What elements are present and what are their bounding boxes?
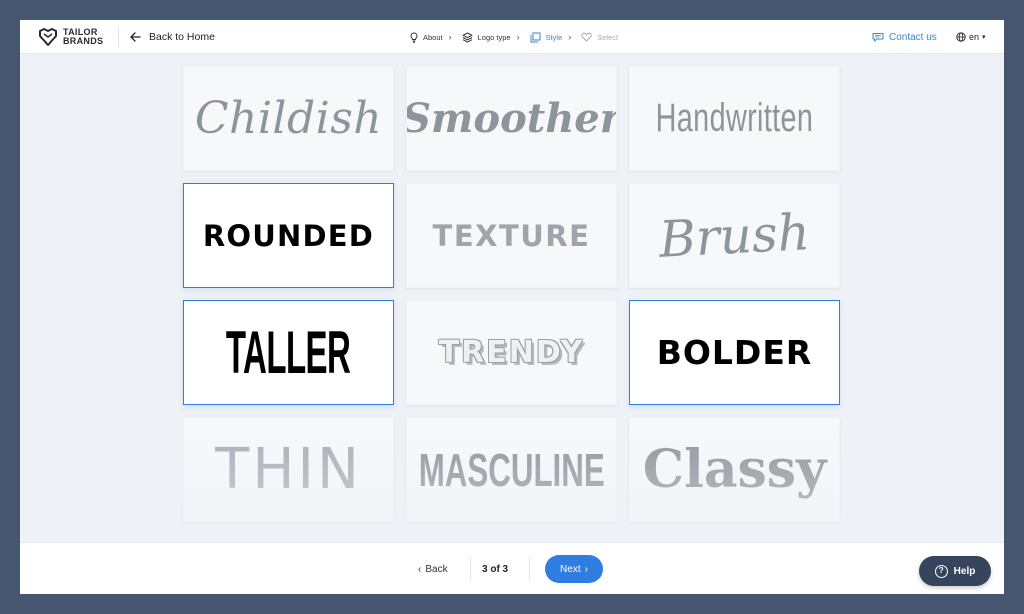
page-counter: 3 of 3 xyxy=(482,563,509,575)
style-label: TALLER xyxy=(226,319,351,386)
style-card-bolder[interactable]: BOLDER xyxy=(629,300,840,405)
chevron-down-icon: ▾ xyxy=(982,34,986,41)
chevron-right-icon: › xyxy=(568,32,572,42)
step-logo-type-label: Logo type xyxy=(477,32,511,42)
back-to-home-link[interactable]: Back to Home xyxy=(130,20,215,54)
help-button[interactable]: ? Help xyxy=(919,556,991,586)
logo-wordmark: TAILOR BRANDS xyxy=(63,28,103,46)
bottom-nav: ‹ Back 3 of 3 Next › ? Help xyxy=(20,542,1004,594)
step-select: Select xyxy=(581,32,618,42)
step-style-label: Style xyxy=(545,32,563,42)
layers-icon xyxy=(462,32,473,42)
back-to-home-label: Back to Home xyxy=(149,31,215,43)
style-card-smoother[interactable]: Smoother xyxy=(406,66,617,171)
style-label: Smoother xyxy=(406,95,617,142)
copy-icon xyxy=(530,32,541,42)
style-card-rounded[interactable]: ROUNDED xyxy=(183,183,394,288)
tailor-brands-logo[interactable]: TAILOR BRANDS xyxy=(38,27,103,47)
logo-line2: BRANDS xyxy=(63,36,104,46)
header-divider xyxy=(118,27,119,47)
style-label: TRENDY xyxy=(438,335,585,370)
chevron-right-icon: › xyxy=(584,563,588,575)
footer-divider xyxy=(529,557,530,581)
style-card-texture[interactable]: TEXTURE xyxy=(406,183,617,288)
top-header: TAILOR BRANDS Back to Home About › Logo … xyxy=(20,20,1004,54)
globe-icon xyxy=(956,32,966,42)
next-label: Next xyxy=(560,563,581,575)
style-card-brush[interactable]: Brush xyxy=(629,183,840,288)
bulb-icon xyxy=(410,31,418,43)
app-window: TAILOR BRANDS Back to Home About › Logo … xyxy=(20,20,1004,594)
language-selector[interactable]: en ▾ xyxy=(956,20,986,54)
next-button[interactable]: Next › xyxy=(545,555,603,583)
style-label: Handwritten xyxy=(655,96,814,140)
progress-steps: About › Logo type › Style › Select xyxy=(410,20,628,54)
footer-divider xyxy=(470,557,471,581)
chevron-left-icon: ‹ xyxy=(418,563,422,575)
heart-icon xyxy=(581,32,592,42)
heart-shield-icon xyxy=(39,28,57,46)
chevron-right-icon: › xyxy=(448,32,452,42)
style-card-handwritten[interactable]: Handwritten xyxy=(629,66,840,171)
chevron-right-icon: › xyxy=(516,32,520,42)
step-style[interactable]: Style › xyxy=(530,32,572,43)
style-card-classy[interactable]: Classy xyxy=(629,417,840,522)
step-about-label: About xyxy=(423,32,443,42)
style-card-taller[interactable]: TALLER xyxy=(183,300,394,405)
style-label: Classy xyxy=(642,439,827,500)
style-label: TEXTURE xyxy=(432,218,591,253)
contact-us-link[interactable]: Contact us xyxy=(872,20,937,54)
style-label: BOLDER xyxy=(656,333,813,372)
style-label: Childish xyxy=(194,93,383,144)
style-label: MASCULINE xyxy=(418,443,605,496)
help-label: Help xyxy=(953,565,976,577)
back-button[interactable]: ‹ Back xyxy=(418,543,448,594)
style-card-childish[interactable]: Childish xyxy=(183,66,394,171)
style-label: Brush xyxy=(657,202,812,269)
question-mark-icon: ? xyxy=(934,564,948,578)
style-card-masculine[interactable]: MASCULINE xyxy=(406,417,617,522)
language-label: en xyxy=(969,32,980,42)
back-label: Back xyxy=(425,563,448,575)
style-label: ROUNDED xyxy=(202,218,375,253)
arrow-left-icon xyxy=(130,32,141,42)
style-card-trendy[interactable]: TRENDY xyxy=(406,300,617,405)
step-logo-type[interactable]: Logo type › xyxy=(462,32,520,43)
chat-icon xyxy=(872,33,884,42)
contact-us-label: Contact us xyxy=(889,31,937,43)
style-card-thin[interactable]: THIN xyxy=(183,417,394,522)
step-about[interactable]: About › xyxy=(410,31,452,43)
style-label: THIN xyxy=(215,437,362,502)
step-select-label: Select xyxy=(597,32,619,42)
